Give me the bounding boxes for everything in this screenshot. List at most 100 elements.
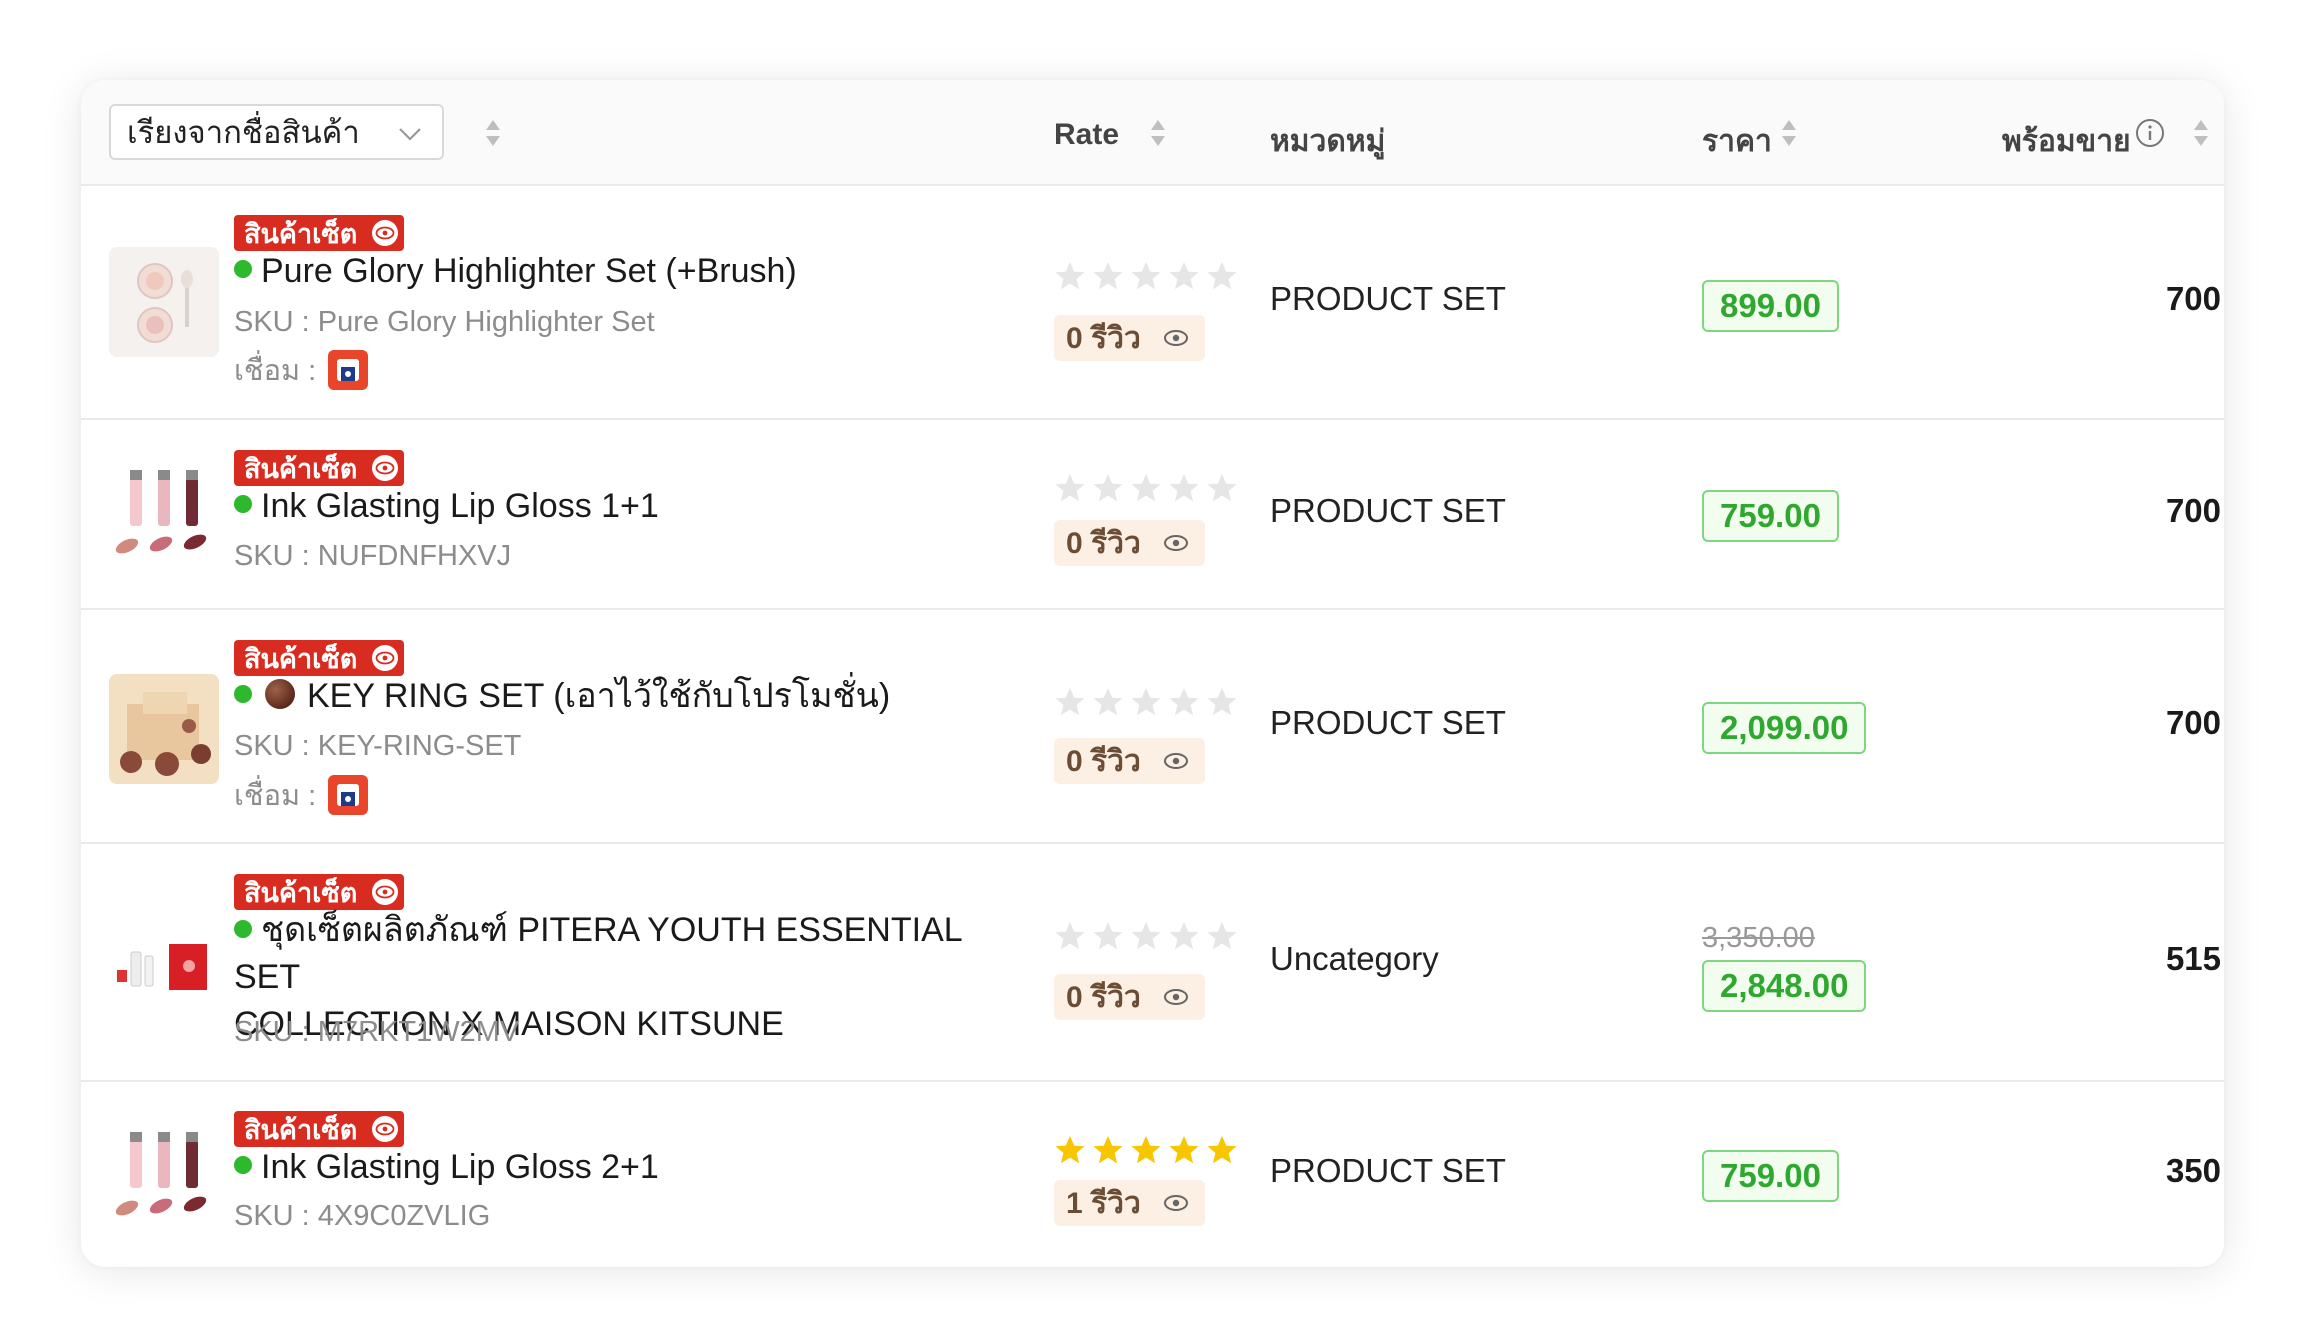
star-icon (1131, 922, 1161, 950)
original-price: 3,350.00 (1702, 922, 1815, 954)
star-icon (1169, 474, 1199, 502)
category-header: หมวดหมู่ (1270, 125, 1386, 158)
sort-select[interactable]: เรียงจากชื่อสินค้า (109, 104, 444, 160)
star-icon (1055, 1136, 1085, 1164)
product-table: เรียงจากชื่อสินค้า Rate หมวดหมู่ ราคา พร… (81, 80, 2224, 1267)
star-icon (1093, 922, 1123, 950)
star-icon (1207, 688, 1237, 716)
rate-header: Rate (1054, 118, 1120, 151)
sort-select-value: เรียงจากชื่อสินค้า (127, 115, 360, 150)
rating-stars (1054, 686, 1238, 718)
stock-count: 700 (2165, 492, 2221, 529)
product-price[interactable]: 2,848.00 (1702, 960, 1867, 1012)
eye-icon[interactable] (1163, 1186, 1189, 1220)
stock-count: 700 (2165, 280, 2221, 317)
star-icon (1207, 1136, 1237, 1164)
status-dot (234, 684, 252, 703)
star-icon (1055, 688, 1085, 716)
star-icon (1131, 688, 1161, 716)
set-badge: สินค้าเซ็ต (234, 1111, 404, 1147)
sort-price-icon[interactable] (1781, 117, 1797, 149)
sort-name-icon[interactable] (485, 117, 501, 149)
product-name[interactable]: Ink Glasting Lip Gloss 2+1 (234, 1144, 659, 1191)
table-row[interactable]: สินค้าเซ็ต Ink Glasting Lip Gloss 2+1 SK… (81, 1082, 2224, 1267)
star-icon (1093, 688, 1123, 716)
product-image[interactable] (109, 674, 219, 784)
product-category: Uncategory (1270, 940, 1439, 977)
shop-channel-icon[interactable] (328, 775, 369, 815)
status-dot (234, 920, 252, 939)
table-row[interactable]: สินค้าเซ็ต KEY RING SET (เอาไว้ใช้กับโปร… (81, 610, 2224, 844)
eye-icon[interactable] (372, 645, 398, 671)
table-header: เรียงจากชื่อสินค้า Rate หมวดหมู่ ราคา พร… (81, 80, 2224, 186)
star-icon (1207, 922, 1237, 950)
star-icon (1169, 1136, 1199, 1164)
eye-icon[interactable] (1163, 980, 1189, 1014)
review-count[interactable]: 0 รีวิว (1054, 520, 1205, 566)
product-category: PRODUCT SET (1270, 280, 1506, 317)
channel-link: เชื่อม : (234, 772, 369, 818)
review-count[interactable]: 1 รีวิว (1054, 1180, 1205, 1226)
rating-stars (1054, 260, 1238, 292)
stock-count: 350 (2165, 1152, 2221, 1189)
rating-stars (1054, 920, 1238, 952)
star-icon (1207, 474, 1237, 502)
product-category: PRODUCT SET (1270, 704, 1506, 741)
product-price[interactable]: 2,099.00 (1702, 702, 1867, 754)
stock-count: 515 (2165, 940, 2221, 977)
stock-header: พร้อมขาย (2002, 125, 2131, 158)
product-sku: SKU : KEY-RING-SET (234, 730, 522, 762)
eye-icon[interactable] (1163, 321, 1189, 355)
info-icon[interactable] (2135, 118, 2165, 153)
eye-icon[interactable] (372, 879, 398, 905)
set-badge: สินค้าเซ็ต (234, 450, 404, 486)
product-image[interactable] (109, 247, 219, 357)
chestnut-emoji-icon (265, 678, 295, 709)
review-count[interactable]: 0 รีวิว (1054, 974, 1205, 1020)
status-dot (234, 1155, 252, 1174)
star-icon (1169, 688, 1199, 716)
eye-icon[interactable] (372, 220, 398, 246)
review-count[interactable]: 0 รีวิว (1054, 315, 1205, 361)
review-count[interactable]: 0 รีวิว (1054, 738, 1205, 784)
eye-icon[interactable] (1163, 744, 1189, 778)
table-row[interactable]: สินค้าเซ็ต ชุดเซ็ตผลิตภัณฑ์ PITERA YOUTH… (81, 844, 2224, 1082)
table-row[interactable]: สินค้าเซ็ต Pure Glory Highlighter Set (+… (81, 186, 2224, 420)
eye-icon[interactable] (1163, 526, 1189, 560)
table-row[interactable]: สินค้าเซ็ต Ink Glasting Lip Gloss 1+1 SK… (81, 420, 2224, 610)
star-icon (1169, 262, 1199, 290)
shop-channel-icon[interactable] (328, 350, 369, 390)
product-sku: SKU : Pure Glory Highlighter Set (234, 306, 655, 338)
product-price[interactable]: 759.00 (1702, 1150, 1839, 1202)
rating-stars (1054, 1134, 1238, 1166)
product-category: PRODUCT SET (1270, 492, 1506, 529)
product-price[interactable]: 899.00 (1702, 280, 1839, 332)
star-icon (1055, 922, 1085, 950)
product-sku: SKU : M7RKT1W2MV (234, 1016, 520, 1048)
product-sku: SKU : NUFDNFHXVJ (234, 540, 512, 572)
product-category: PRODUCT SET (1270, 1152, 1506, 1189)
eye-icon[interactable] (372, 1116, 398, 1142)
star-icon (1207, 262, 1237, 290)
chevron-down-icon (396, 120, 424, 156)
status-dot (234, 259, 252, 278)
product-image[interactable] (109, 1122, 219, 1232)
product-name[interactable]: Ink Glasting Lip Gloss 1+1 (234, 483, 659, 530)
star-icon (1131, 1136, 1161, 1164)
star-icon (1131, 262, 1161, 290)
product-name[interactable]: Pure Glory Highlighter Set (+Brush) (234, 248, 797, 295)
set-badge: สินค้าเซ็ต (234, 874, 404, 910)
star-icon (1131, 474, 1161, 502)
stock-count: 700 (2165, 704, 2221, 741)
product-price[interactable]: 759.00 (1702, 490, 1839, 542)
product-image[interactable] (109, 908, 219, 1018)
star-icon (1169, 922, 1199, 950)
product-sku: SKU : 4X9C0ZVLIG (234, 1200, 491, 1232)
product-name[interactable]: KEY RING SET (เอาไว้ใช้กับโปรโมชั่น) (234, 673, 890, 720)
eye-icon[interactable] (372, 455, 398, 481)
star-icon (1055, 474, 1085, 502)
sort-rate-icon[interactable] (1150, 117, 1166, 149)
sort-stock-icon[interactable] (2193, 117, 2209, 149)
star-icon (1093, 262, 1123, 290)
product-image[interactable] (109, 460, 219, 570)
